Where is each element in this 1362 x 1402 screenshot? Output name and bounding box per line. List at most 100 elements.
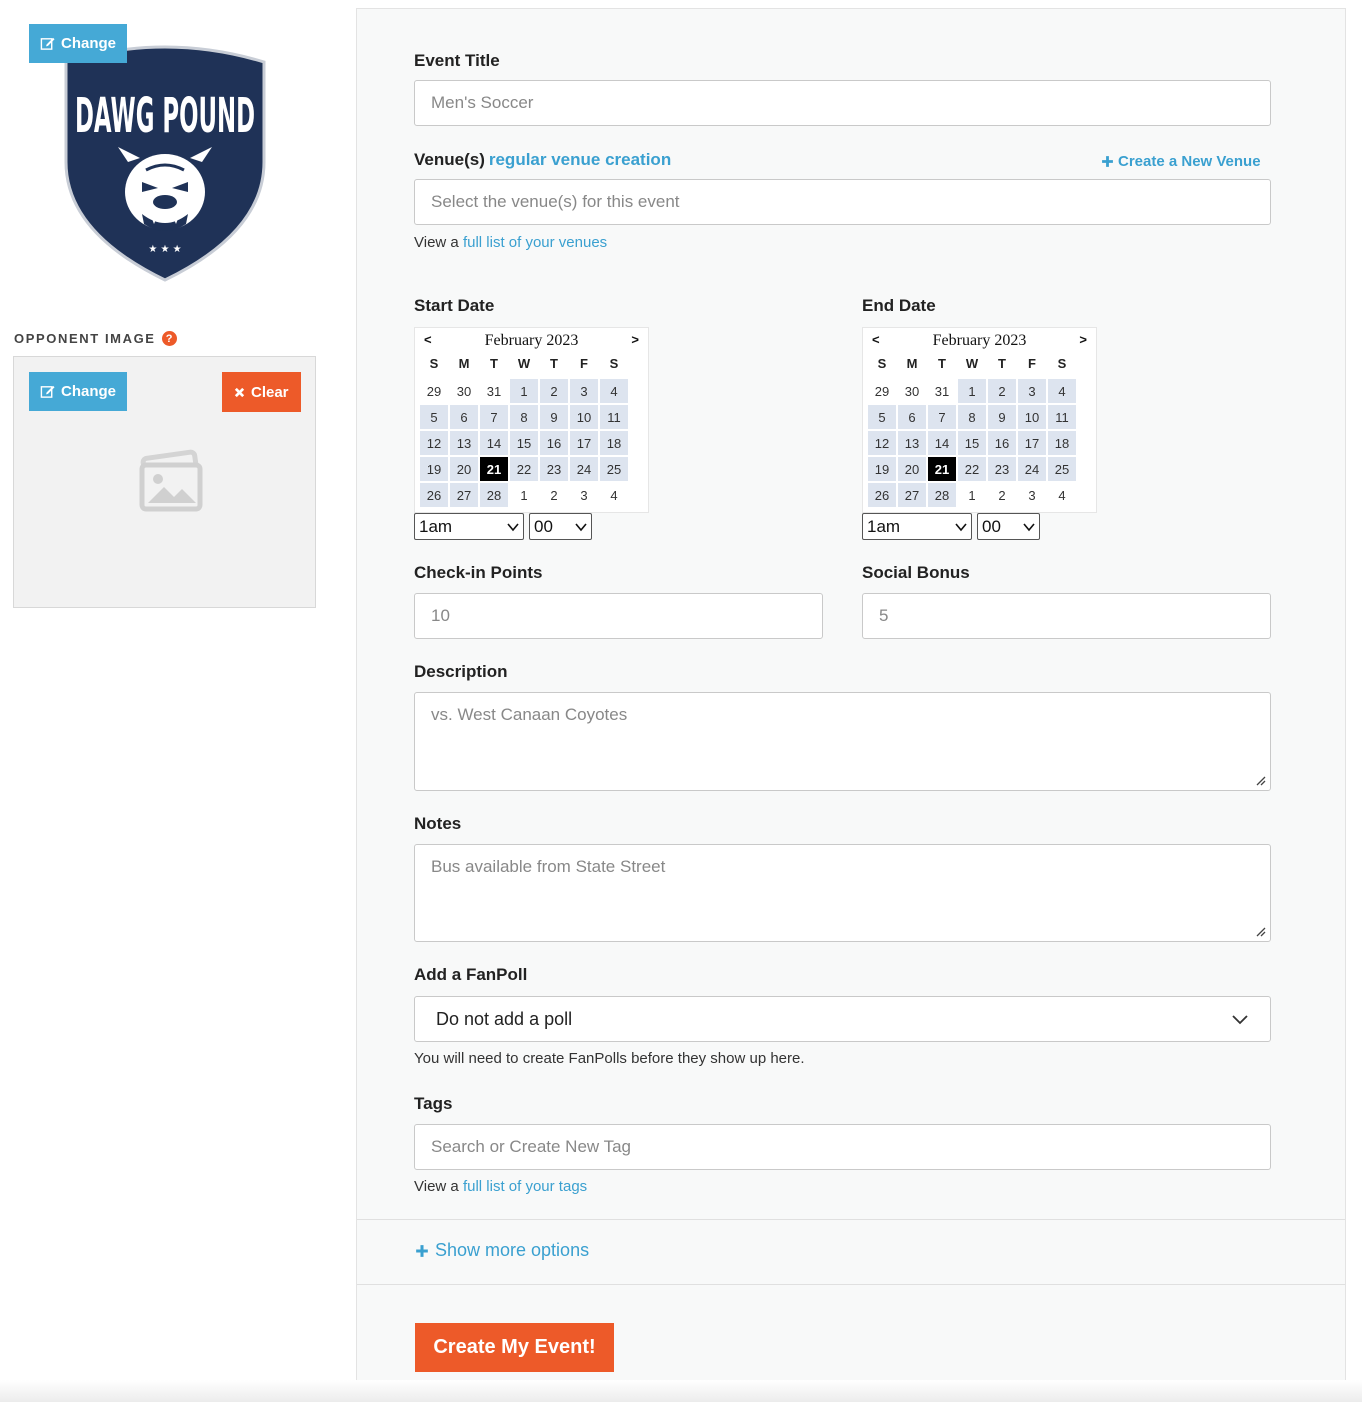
create-venue-link[interactable]: Create a New Venue bbox=[1101, 153, 1261, 170]
end-calendar-day[interactable]: 2 bbox=[988, 483, 1016, 507]
calendar-next-button[interactable]: > bbox=[1079, 332, 1087, 347]
end-calendar-day[interactable]: 14 bbox=[928, 431, 956, 455]
start-calendar-day[interactable]: 6 bbox=[450, 405, 478, 429]
event-title-input[interactable]: Men's Soccer bbox=[414, 80, 1271, 126]
end-minute-select[interactable]: 00 bbox=[977, 513, 1040, 540]
end-calendar-day[interactable]: 19 bbox=[868, 457, 896, 481]
start-calendar-day[interactable]: 26 bbox=[420, 483, 448, 507]
end-calendar-day[interactable]: 22 bbox=[958, 457, 986, 481]
tags-input[interactable]: Search or Create New Tag bbox=[414, 1124, 1271, 1170]
start-calendar-day[interactable]: 3 bbox=[570, 483, 598, 507]
end-calendar-day[interactable]: 10 bbox=[1018, 405, 1046, 429]
regular-venue-link[interactable]: regular venue creation bbox=[489, 150, 671, 169]
start-calendar-day[interactable]: 16 bbox=[540, 431, 568, 455]
end-calendar-day[interactable]: 8 bbox=[958, 405, 986, 429]
start-calendar-day[interactable]: 24 bbox=[570, 457, 598, 481]
help-icon[interactable]: ? bbox=[161, 331, 177, 346]
start-calendar-day[interactable]: 10 bbox=[570, 405, 598, 429]
end-calendar-day[interactable]: 9 bbox=[988, 405, 1016, 429]
end-calendar-day[interactable]: 18 bbox=[1048, 431, 1076, 455]
start-calendar-day[interactable]: 12 bbox=[420, 431, 448, 455]
end-calendar-day[interactable]: 15 bbox=[958, 431, 986, 455]
end-calendar-day[interactable]: 21 bbox=[928, 457, 956, 481]
start-calendar-day[interactable]: 25 bbox=[600, 457, 628, 481]
end-calendar-day[interactable]: 5 bbox=[868, 405, 896, 429]
start-calendar-day[interactable]: 4 bbox=[600, 379, 628, 403]
start-calendar-day[interactable]: 20 bbox=[450, 457, 478, 481]
start-calendar-day[interactable]: 22 bbox=[510, 457, 538, 481]
notes-label: Notes bbox=[414, 814, 462, 833]
end-calendar-day[interactable]: 1 bbox=[958, 483, 986, 507]
start-calendar-day[interactable]: 7 bbox=[480, 405, 508, 429]
notes-textarea[interactable]: Bus available from State Street bbox=[414, 844, 1271, 942]
logo-change-button[interactable]: Change bbox=[29, 24, 128, 63]
end-calendar-day[interactable]: 3 bbox=[1018, 483, 1046, 507]
start-calendar-day[interactable]: 9 bbox=[540, 405, 568, 429]
start-calendar-day[interactable]: 8 bbox=[510, 405, 538, 429]
end-calendar-day[interactable]: 20 bbox=[898, 457, 926, 481]
start-calendar-day[interactable]: 4 bbox=[600, 483, 628, 507]
start-calendar-day[interactable]: 1 bbox=[510, 379, 538, 403]
end-calendar-day[interactable]: 7 bbox=[928, 405, 956, 429]
description-textarea[interactable]: vs. West Canaan Coyotes bbox=[414, 692, 1271, 791]
end-calendar-day[interactable]: 11 bbox=[1048, 405, 1076, 429]
end-calendar-day[interactable]: 25 bbox=[1048, 457, 1076, 481]
fanpoll-select[interactable]: Do not add a poll bbox=[414, 996, 1271, 1042]
show-more-options-link[interactable]: Show more options bbox=[415, 1240, 589, 1261]
start-calendar-day[interactable]: 23 bbox=[540, 457, 568, 481]
end-hour-select[interactable]: 1am bbox=[862, 513, 972, 540]
start-calendar-day[interactable]: 30 bbox=[450, 379, 478, 403]
opponent-change-button[interactable]: Change bbox=[29, 372, 128, 411]
start-calendar-day[interactable]: 13 bbox=[450, 431, 478, 455]
end-calendar-day[interactable]: 17 bbox=[1018, 431, 1046, 455]
tags-list-link[interactable]: full list of your tags bbox=[463, 1178, 587, 1195]
start-calendar-day[interactable]: 27 bbox=[450, 483, 478, 507]
start-calendar-day[interactable]: 29 bbox=[420, 379, 448, 403]
checkin-points-input[interactable]: 10 bbox=[414, 593, 823, 639]
end-calendar-day[interactable]: 13 bbox=[898, 431, 926, 455]
start-calendar-day[interactable]: 18 bbox=[600, 431, 628, 455]
start-calendar-day[interactable]: 21 bbox=[480, 457, 508, 481]
start-calendar-day[interactable]: 2 bbox=[540, 379, 568, 403]
end-calendar-day[interactable]: 28 bbox=[928, 483, 956, 507]
end-calendar-day[interactable]: 26 bbox=[868, 483, 896, 507]
start-calendar-day[interactable]: 11 bbox=[600, 405, 628, 429]
venue-select-input[interactable]: Select the venue(s) for this event bbox=[414, 179, 1271, 225]
end-calendar-day[interactable]: 3 bbox=[1018, 379, 1046, 403]
start-calendar-day[interactable]: 5 bbox=[420, 405, 448, 429]
opponent-clear-button[interactable]: Clear bbox=[222, 372, 301, 412]
resize-handle-icon[interactable] bbox=[1254, 774, 1266, 786]
end-calendar-day[interactable]: 16 bbox=[988, 431, 1016, 455]
social-bonus-input[interactable]: 5 bbox=[862, 593, 1271, 639]
end-calendar-day[interactable]: 31 bbox=[928, 379, 956, 403]
start-calendar-day[interactable]: 2 bbox=[540, 483, 568, 507]
end-calendar-day[interactable]: 27 bbox=[898, 483, 926, 507]
start-calendar-day[interactable]: 15 bbox=[510, 431, 538, 455]
start-calendar-day[interactable]: 1 bbox=[510, 483, 538, 507]
end-calendar-day[interactable]: 29 bbox=[868, 379, 896, 403]
end-calendar-day[interactable]: 4 bbox=[1048, 483, 1076, 507]
end-calendar-day[interactable]: 4 bbox=[1048, 379, 1076, 403]
start-minute-select[interactable]: 00 bbox=[529, 513, 592, 540]
end-calendar-day[interactable]: 30 bbox=[898, 379, 926, 403]
end-calendar-day[interactable]: 2 bbox=[988, 379, 1016, 403]
end-calendar-day[interactable]: 23 bbox=[988, 457, 1016, 481]
calendar-weekday: M bbox=[458, 356, 470, 371]
resize-handle-icon[interactable] bbox=[1254, 925, 1266, 937]
chevron-down-icon bbox=[1023, 522, 1035, 531]
venue-list-link[interactable]: full list of your venues bbox=[463, 234, 607, 251]
start-calendar-day[interactable]: 14 bbox=[480, 431, 508, 455]
start-calendar-day[interactable]: 28 bbox=[480, 483, 508, 507]
start-calendar-day[interactable]: 19 bbox=[420, 457, 448, 481]
calendar-next-button[interactable]: > bbox=[631, 332, 639, 347]
end-calendar-day[interactable]: 12 bbox=[868, 431, 896, 455]
end-calendar-day[interactable]: 24 bbox=[1018, 457, 1046, 481]
create-event-button[interactable]: Create My Event! bbox=[415, 1323, 614, 1372]
start-calendar-day[interactable]: 31 bbox=[480, 379, 508, 403]
start-calendar-day[interactable]: 17 bbox=[570, 431, 598, 455]
end-calendar-day[interactable]: 6 bbox=[898, 405, 926, 429]
start-hour-select[interactable]: 1am bbox=[414, 513, 524, 540]
start-date-label: Start Date bbox=[414, 296, 495, 315]
start-calendar-day[interactable]: 3 bbox=[570, 379, 598, 403]
end-calendar-day[interactable]: 1 bbox=[958, 379, 986, 403]
